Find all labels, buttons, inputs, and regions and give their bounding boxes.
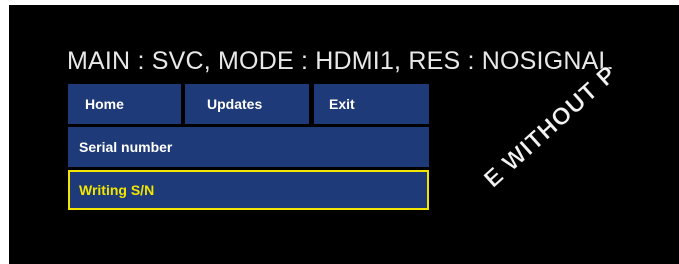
home-button[interactable]: Home [68, 84, 181, 124]
updates-button[interactable]: Updates [185, 84, 309, 124]
exit-button-label: Exit [329, 96, 355, 112]
writing-sn-label: Writing S/N [79, 182, 155, 198]
writing-sn-button[interactable]: Writing S/N [68, 170, 429, 210]
serial-number-button[interactable]: Serial number [68, 127, 429, 167]
exit-button[interactable]: Exit [314, 84, 429, 124]
watermark-text: E WITHOUT P [479, 60, 623, 194]
status-line: MAIN : SVC, MODE : HDMI1, RES : NOSIGNAL [67, 47, 613, 75]
updates-button-label: Updates [207, 96, 263, 112]
serial-number-label: Serial number [79, 139, 173, 155]
home-button-label: Home [85, 96, 124, 112]
service-menu-screen: MAIN : SVC, MODE : HDMI1, RES : NOSIGNAL… [9, 5, 679, 264]
